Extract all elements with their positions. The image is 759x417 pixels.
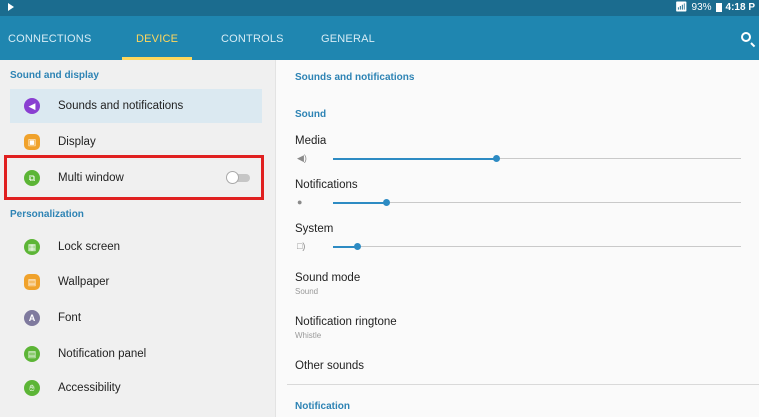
- battery-percent: 93%: [691, 2, 712, 13]
- slider-track: [333, 243, 741, 250]
- display-icon: ▣: [24, 134, 40, 150]
- tab-device[interactable]: DEVICE: [121, 16, 193, 60]
- menu-item-display[interactable]: ▣ Display: [10, 125, 262, 159]
- notification-panel-icon: ▤: [24, 346, 40, 362]
- notifications-volume-slider[interactable]: ●: [295, 196, 741, 208]
- notifications-label: Notifications: [295, 179, 358, 191]
- menu-item-label: Sounds and notifications: [58, 100, 184, 112]
- sound-settings-panel: Sounds and notifications Sound Media ◀) …: [277, 60, 759, 417]
- other-sounds-item[interactable]: Other sounds: [295, 360, 364, 372]
- wifi-icon: 📶︎: [674, 2, 688, 13]
- system-sound-icon: □): [297, 241, 306, 251]
- slider-fill: [333, 201, 387, 204]
- menu-item-lock-screen[interactable]: ▦ Lock screen: [10, 230, 262, 264]
- menu-item-wallpaper[interactable]: ▤ Wallpaper: [10, 265, 262, 299]
- speaker-icon: ◀: [24, 98, 40, 114]
- media-label: Media: [295, 135, 327, 147]
- panel-title: Sounds and notifications: [295, 72, 415, 83]
- menu-item-label: Notification panel: [58, 348, 147, 360]
- notification-section-header: Notification: [295, 401, 350, 412]
- menu-item-label: Accessibility: [58, 382, 121, 394]
- section-divider: [287, 384, 759, 385]
- media-volume-slider[interactable]: ◀): [295, 152, 741, 164]
- notification-bubble-icon: ●: [297, 197, 303, 207]
- sound-mode-value: Sound: [295, 287, 319, 296]
- play-icon: [8, 3, 14, 11]
- font-icon: 𝐀︎: [24, 310, 40, 326]
- lock-screen-icon: ▦: [24, 239, 40, 255]
- tab-general[interactable]: GENERAL: [321, 16, 375, 60]
- search-icon[interactable]: [741, 32, 751, 42]
- slider-thumb[interactable]: [354, 243, 362, 250]
- sound-section-header: Sound: [295, 109, 327, 120]
- section-personalization: Personalization: [10, 209, 84, 220]
- menu-item-label: Wallpaper: [58, 276, 110, 288]
- multi-window-highlight: [4, 155, 264, 200]
- slider-thumb[interactable]: [493, 155, 501, 162]
- menu-item-sounds-and-notifications[interactable]: ◀ Sounds and notifications: [10, 89, 262, 123]
- system-label: System: [295, 223, 334, 235]
- slider-track: [333, 155, 741, 162]
- settings-menu: Sound and display ◀ Sounds and notificat…: [0, 60, 276, 417]
- menu-item-label: Lock screen: [58, 241, 121, 253]
- tab-controls[interactable]: CONTROLS: [221, 16, 284, 60]
- section-sound-and-display: Sound and display: [10, 70, 99, 81]
- notification-ringtone-value: Whistle: [295, 331, 322, 340]
- accessibility-icon: ✋︎: [24, 380, 40, 396]
- tab-connections[interactable]: CONNECTIONS: [8, 16, 91, 60]
- menu-item-font[interactable]: 𝐀︎ Font: [10, 301, 262, 335]
- media-volume-icon: ◀): [297, 153, 307, 163]
- notification-ringtone-label[interactable]: Notification ringtone: [295, 316, 397, 328]
- system-volume-slider[interactable]: □): [295, 240, 741, 252]
- slider-track: [333, 199, 741, 206]
- clock: 4:18 P: [725, 2, 755, 13]
- menu-item-accessibility[interactable]: ✋︎ Accessibility: [10, 371, 262, 405]
- menu-item-notification-panel[interactable]: ▤ Notification panel: [10, 337, 262, 371]
- menu-item-label: Font: [58, 312, 82, 324]
- sound-mode-label[interactable]: Sound mode: [295, 272, 360, 284]
- menu-item-label: Display: [58, 136, 96, 148]
- slider-fill: [333, 157, 497, 160]
- status-bar: 📶︎ 93% 4:18 P: [0, 0, 759, 16]
- battery-icon: [715, 3, 722, 12]
- wallpaper-icon: ▤: [24, 274, 40, 290]
- tab-bar: CONNECTIONS DEVICE CONTROLS GENERAL: [0, 16, 759, 60]
- slider-thumb[interactable]: [383, 199, 391, 206]
